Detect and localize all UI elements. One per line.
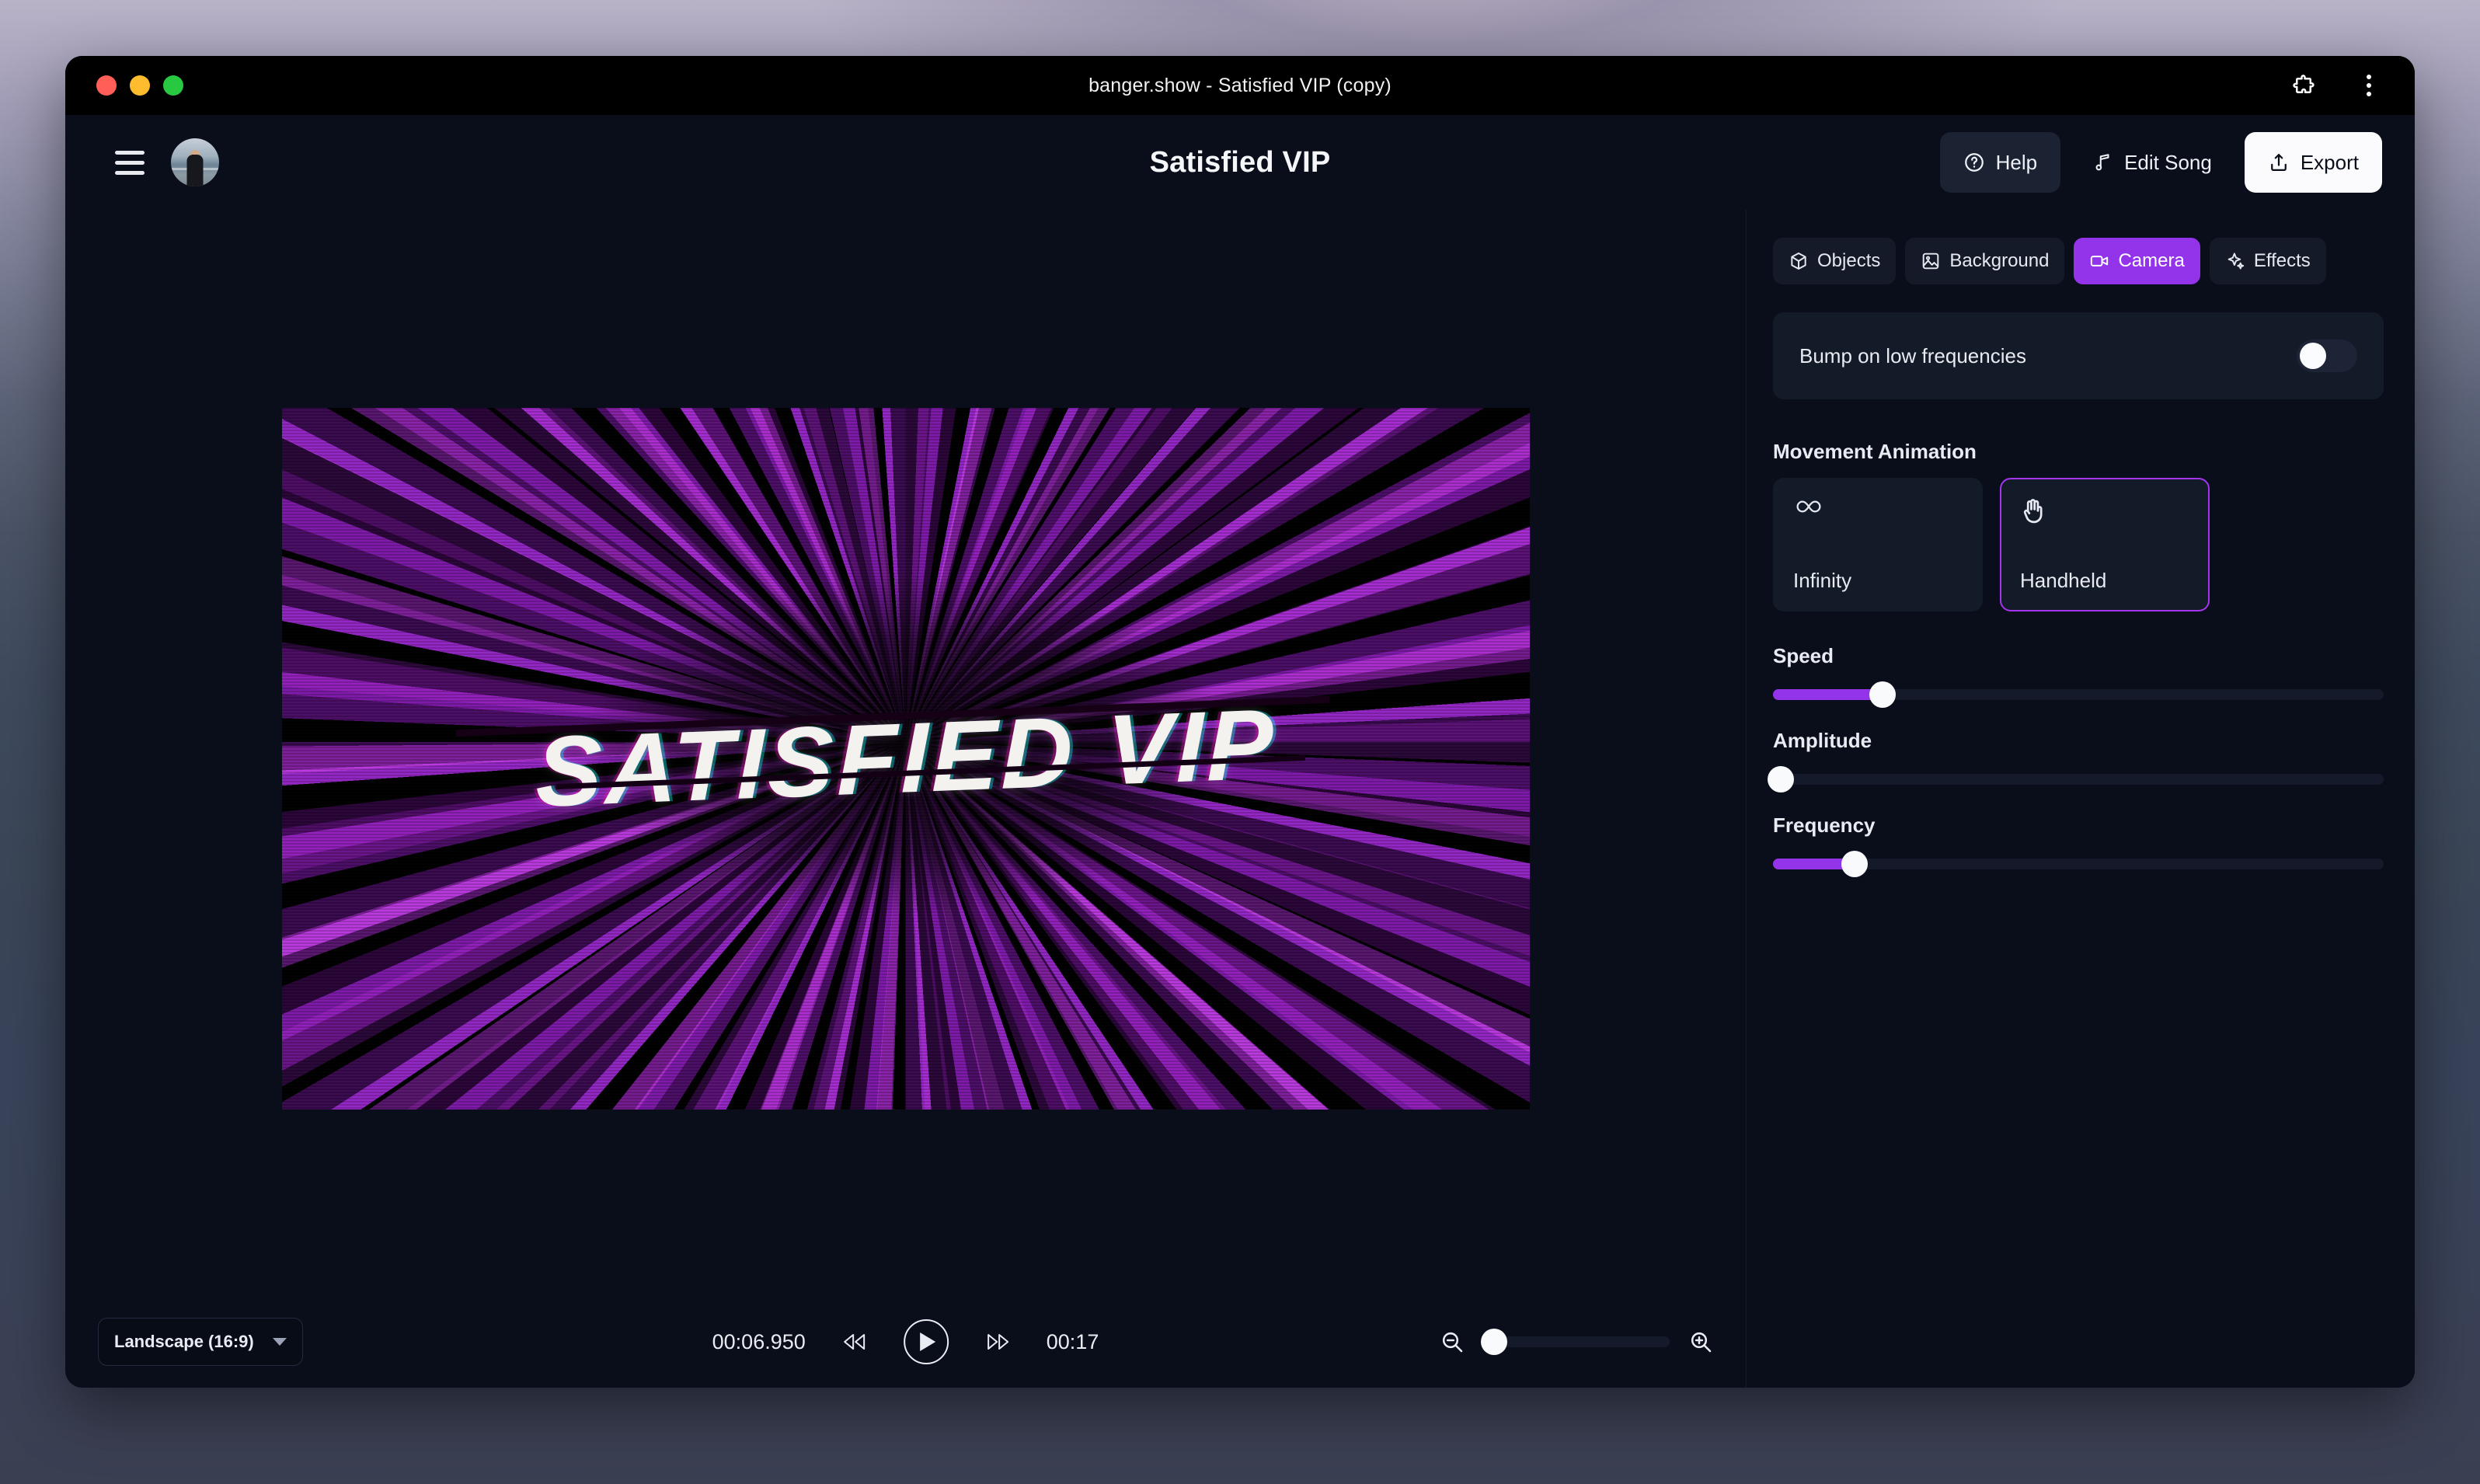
export-button[interactable]: Export — [2245, 132, 2382, 193]
music-note-icon — [2093, 152, 2113, 172]
total-time: 00:17 — [1047, 1330, 1099, 1354]
zoom-in-icon — [1688, 1329, 1713, 1354]
sparkles-icon — [2225, 251, 2245, 271]
timeline-zoom-controls — [1440, 1329, 1713, 1354]
main-content: SATISFIED VIP Landscape (16:9) 00:06.950 — [65, 210, 2415, 1388]
movement-animation-options: Infinity Handheld — [1773, 478, 2384, 611]
current-time: 00:06.950 — [712, 1330, 806, 1354]
browser-title-bar: banger.show - Satisfied VIP (copy) — [65, 56, 2415, 115]
bump-on-low-frequencies-row: Bump on low frequencies — [1773, 312, 2384, 399]
speed-slider-knob[interactable] — [1869, 681, 1896, 708]
help-button[interactable]: Help — [1940, 132, 2060, 193]
chevron-down-icon — [273, 1338, 287, 1346]
rewind-icon — [841, 1331, 868, 1353]
play-button[interactable] — [904, 1319, 949, 1364]
amplitude-label: Amplitude — [1773, 729, 2384, 753]
movement-option-infinity[interactable]: Infinity — [1773, 478, 1983, 611]
edit-song-button[interactable]: Edit Song — [2070, 132, 2235, 193]
panel-tabs: Objects Background Camera — [1773, 238, 2384, 284]
transport-bar: Landscape (16:9) 00:06.950 — [65, 1296, 1746, 1388]
image-icon — [1921, 251, 1941, 271]
zoom-out-icon — [1440, 1329, 1465, 1354]
frequency-label: Frequency — [1773, 813, 2384, 838]
speed-slider[interactable] — [1773, 681, 2384, 709]
tab-background-label: Background — [1949, 250, 2049, 272]
app-header: Satisfied VIP Help Edit Song Export — [65, 115, 2415, 210]
movement-option-handheld[interactable]: Handheld — [2000, 478, 2210, 611]
avatar[interactable] — [171, 138, 219, 186]
hamburger-icon[interactable] — [115, 151, 145, 175]
avatar-body — [187, 155, 204, 186]
header-actions: Help Edit Song Export — [1940, 132, 2382, 193]
play-icon — [920, 1332, 935, 1351]
movement-option-infinity-label: Infinity — [1793, 569, 1963, 593]
upload-icon — [2268, 152, 2290, 173]
speed-slider-fill — [1773, 689, 1883, 700]
frequency-slider-knob[interactable] — [1841, 851, 1868, 877]
bump-toggle[interactable] — [2297, 340, 2357, 372]
toggle-knob — [2300, 343, 2326, 369]
zoom-out-button[interactable] — [1440, 1329, 1465, 1354]
tab-objects[interactable]: Objects — [1773, 238, 1896, 284]
export-label: Export — [2301, 151, 2359, 175]
cube-icon — [1789, 251, 1809, 271]
editor-column: SATISFIED VIP Landscape (16:9) 00:06.950 — [65, 210, 1747, 1388]
app-window: banger.show - Satisfied VIP (copy) Satis… — [65, 56, 2415, 1388]
aspect-ratio-value: Landscape (16:9) — [114, 1332, 254, 1352]
help-label: Help — [1996, 151, 2037, 175]
edit-song-label: Edit Song — [2124, 151, 2212, 175]
bump-label: Bump on low frequencies — [1799, 344, 2026, 368]
transport-controls: 00:06.950 00:17 — [712, 1319, 1099, 1364]
infinity-icon — [1793, 496, 1963, 517]
question-circle-icon — [1963, 152, 1985, 173]
tab-effects-label: Effects — [2254, 250, 2311, 272]
minimize-window-button[interactable] — [130, 75, 150, 96]
video-camera-icon — [2089, 251, 2109, 271]
zoom-slider[interactable] — [1483, 1336, 1670, 1347]
rewind-button[interactable] — [841, 1331, 868, 1353]
aspect-ratio-select[interactable]: Landscape (16:9) — [98, 1318, 303, 1366]
tab-background[interactable]: Background — [1905, 238, 2064, 284]
properties-panel: Objects Background Camera — [1747, 210, 2415, 1388]
hand-icon — [2020, 496, 2189, 526]
fast-forward-icon — [984, 1331, 1011, 1353]
tab-camera-label: Camera — [2118, 250, 2184, 272]
fast-forward-button[interactable] — [984, 1331, 1011, 1353]
zoom-slider-knob[interactable] — [1481, 1329, 1507, 1355]
video-preview[interactable]: SATISFIED VIP — [282, 408, 1530, 1110]
amplitude-slider-track — [1773, 774, 2384, 785]
movement-option-handheld-label: Handheld — [2020, 569, 2189, 593]
browser-tab-title: banger.show - Satisfied VIP (copy) — [65, 75, 2415, 97]
movement-animation-label: Movement Animation — [1773, 440, 2384, 464]
puzzle-piece-icon[interactable] — [2290, 72, 2317, 99]
kebab-menu-icon[interactable] — [2356, 72, 2382, 99]
amplitude-slider[interactable] — [1773, 765, 2384, 793]
tab-camera[interactable]: Camera — [2074, 238, 2200, 284]
amplitude-slider-knob[interactable] — [1768, 766, 1794, 793]
tab-objects-label: Objects — [1817, 250, 1880, 272]
tab-effects[interactable]: Effects — [2210, 238, 2326, 284]
zoom-in-button[interactable] — [1688, 1329, 1713, 1354]
close-window-button[interactable] — [96, 75, 117, 96]
maximize-window-button[interactable] — [163, 75, 183, 96]
preview-stage: SATISFIED VIP — [65, 210, 1746, 1296]
speed-label: Speed — [1773, 644, 2384, 668]
window-controls[interactable] — [96, 75, 183, 96]
frequency-slider[interactable] — [1773, 850, 2384, 878]
